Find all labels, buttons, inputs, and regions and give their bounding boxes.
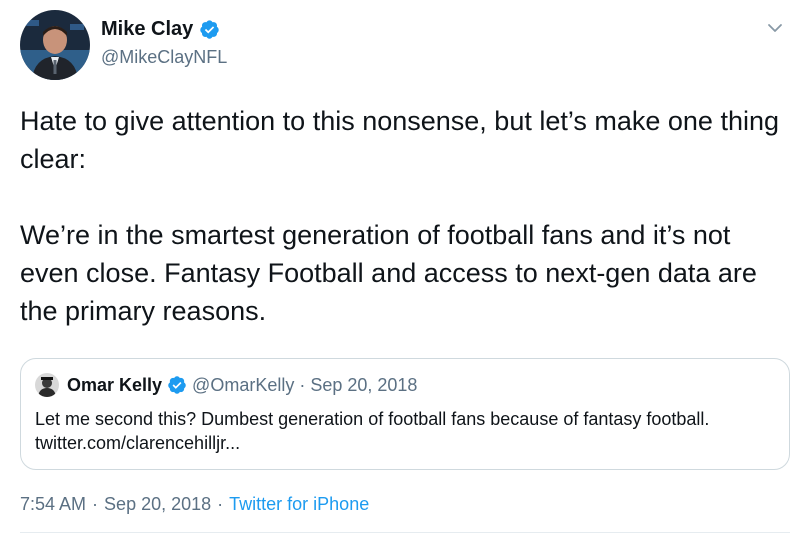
meta-separator: · xyxy=(92,494,99,514)
chevron-down-icon[interactable] xyxy=(764,17,786,39)
quoted-tweet-date: Sep 20, 2018 xyxy=(310,374,418,395)
author-avatar[interactable] xyxy=(20,10,90,80)
tweet-date[interactable]: Sep 20, 2018 xyxy=(104,494,211,515)
tweet-meta: 7:54 AM · Sep 20, 2018 · Twitter for iPh… xyxy=(20,494,369,515)
quoted-author-name: Omar Kelly xyxy=(67,374,163,395)
verified-badge-icon xyxy=(168,376,186,394)
quoted-author-avatar xyxy=(35,373,59,397)
tweet-source-link[interactable]: Twitter for iPhone xyxy=(229,494,369,515)
quoted-separator: · xyxy=(299,374,306,395)
author-handle[interactable]: @MikeClayNFL xyxy=(101,47,227,68)
tweet-card: Mike Clay @MikeClayNFL Hate to give atte… xyxy=(0,0,810,537)
meta-separator: · xyxy=(217,494,224,514)
quoted-author-handle: @OmarKelly xyxy=(192,374,295,395)
author-name[interactable]: Mike Clay xyxy=(101,18,193,41)
verified-badge-icon xyxy=(200,20,219,39)
quoted-tweet-text: Let me second this? Dumbest generation o… xyxy=(35,409,710,453)
tweet-text: Hate to give attention to this nonsense,… xyxy=(20,102,790,330)
tweet-paragraph: We’re in the smartest generation of foot… xyxy=(20,220,757,326)
divider xyxy=(20,532,790,533)
tweet-time[interactable]: 7:54 AM xyxy=(20,494,86,515)
quoted-tweet[interactable]: Omar Kelly @OmarKelly · Sep 20, 2018 Let… xyxy=(20,358,790,470)
tweet-paragraph: Hate to give attention to this nonsense,… xyxy=(20,106,779,174)
author-name-row[interactable]: Mike Clay xyxy=(101,18,220,41)
quoted-tweet-header: Omar Kelly @OmarKelly · Sep 20, 2018 xyxy=(35,373,417,397)
